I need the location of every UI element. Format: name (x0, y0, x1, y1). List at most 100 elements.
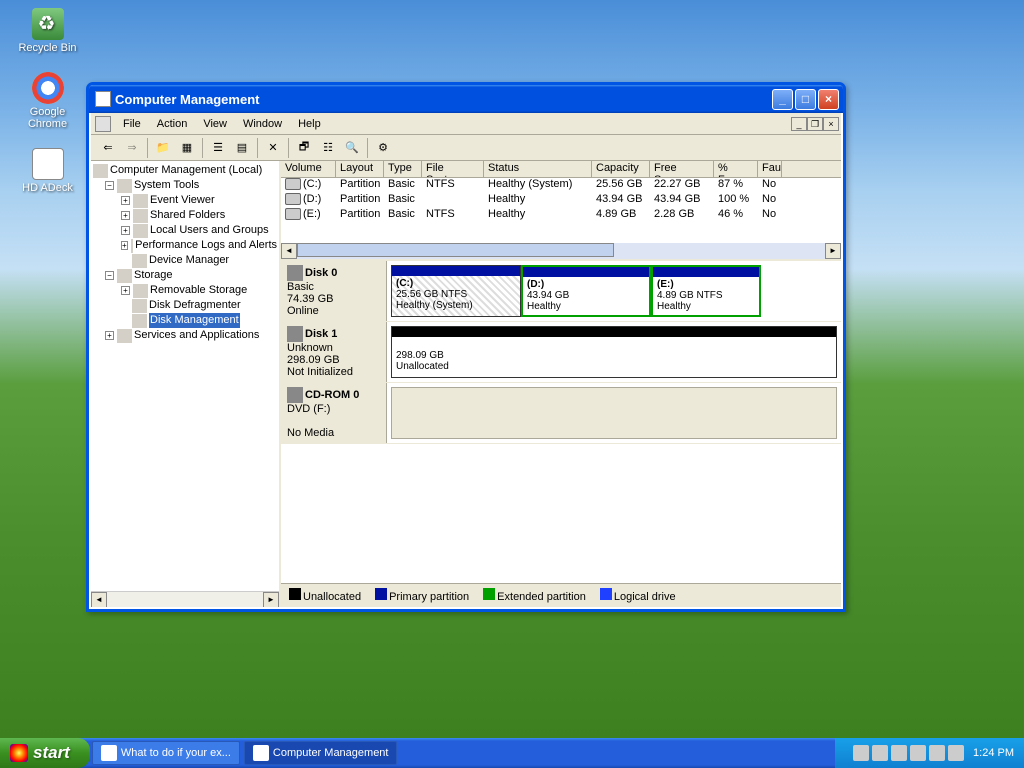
tray-icon[interactable] (891, 745, 907, 761)
delete-button[interactable]: ✕ (262, 137, 284, 159)
disk-name: Disk 1 (305, 328, 337, 340)
scroll-left-button[interactable]: ◄ (91, 592, 107, 607)
disk-row-cdrom[interactable]: CD-ROM 0 DVD (F:) No Media (281, 383, 841, 444)
tree-root[interactable]: Computer Management (Local) (93, 163, 277, 178)
toolbar: ⇐ ⇒ 📁 ▦ ☰ ▤ ✕ 🗗 ☷ 🔍 ⚙ (91, 135, 841, 161)
show-hide-tree-button[interactable]: ▦ (176, 137, 198, 159)
taskbar-item-chrome[interactable]: What to do if your ex... (92, 741, 240, 765)
collapse-icon[interactable]: − (105, 181, 114, 190)
expand-icon[interactable]: + (121, 286, 130, 295)
scroll-left-button[interactable]: ◄ (281, 243, 297, 259)
tree-shared-folders[interactable]: +Shared Folders (93, 208, 277, 223)
tree-h-scrollbar[interactable]: ◄ ► (91, 591, 279, 607)
tray-icon[interactable] (910, 745, 926, 761)
partition-body: 298.09 GB Unallocated (392, 337, 836, 377)
tray-icon[interactable] (929, 745, 945, 761)
cdrom-icon (287, 387, 303, 403)
tray-icon[interactable] (853, 745, 869, 761)
tree-services[interactable]: +Services and Applications (93, 328, 277, 343)
volume-h-scrollbar[interactable]: ◄ ► (281, 243, 841, 259)
start-button[interactable]: start (0, 738, 90, 768)
view-button[interactable]: ▤ (231, 137, 253, 159)
menu-help[interactable]: Help (290, 116, 329, 132)
tree-perf-logs[interactable]: +Performance Logs and Alerts (93, 238, 277, 253)
export-button[interactable]: ☷ (317, 137, 339, 159)
partition[interactable]: (E:)4.89 GB NTFSHealthy (651, 265, 761, 317)
maximize-button[interactable]: □ (795, 89, 816, 110)
partition[interactable]: (D:)43.94 GBHealthy (521, 265, 651, 317)
minimize-button[interactable]: _ (772, 89, 793, 110)
expand-icon[interactable]: + (121, 241, 128, 250)
partition-unallocated[interactable]: 298.09 GB Unallocated (391, 326, 837, 378)
col-type[interactable]: Type (384, 161, 422, 177)
col-fault[interactable]: Fau (758, 161, 782, 177)
collapse-icon[interactable]: − (105, 271, 114, 280)
legend: UnallocatedPrimary partitionExtended par… (281, 583, 841, 607)
col-free-space[interactable]: Free Space (650, 161, 714, 177)
col-volume[interactable]: Volume (281, 161, 336, 177)
scroll-right-button[interactable]: ► (825, 243, 841, 259)
col-capacity[interactable]: Capacity (592, 161, 650, 177)
taskbar-item-computer-management[interactable]: Computer Management (244, 741, 398, 765)
volume-row[interactable]: (C:)PartitionBasicNTFSHealthy (System)25… (281, 178, 841, 193)
tray-icon[interactable] (872, 745, 888, 761)
close-button[interactable]: × (818, 89, 839, 110)
disk-row-1[interactable]: Disk 1 Unknown 298.09 GB Not Initialized… (281, 322, 841, 383)
disk-status: No Media (287, 427, 334, 439)
legend-item: Unallocated (289, 588, 361, 603)
expand-icon[interactable]: + (121, 211, 130, 220)
tree-disk-management[interactable]: Disk Management (93, 313, 277, 328)
mdi-close[interactable]: × (823, 117, 839, 131)
desktop-icon-recycle-bin[interactable]: Recycle Bin (10, 8, 85, 54)
tray-icon[interactable] (948, 745, 964, 761)
expand-icon[interactable]: + (105, 331, 114, 340)
up-button[interactable]: 📁 (152, 137, 174, 159)
col-status[interactable]: Status (484, 161, 592, 177)
tree-local-users[interactable]: +Local Users and Groups (93, 223, 277, 238)
menu-file[interactable]: File (115, 116, 149, 132)
titlebar[interactable]: Computer Management _ □ × (89, 85, 843, 113)
scroll-track[interactable] (297, 243, 825, 259)
forward-button[interactable]: ⇒ (121, 137, 143, 159)
disk-size: 298.09 GB (287, 354, 340, 366)
tree-defragmenter[interactable]: Disk Defragmenter (93, 298, 277, 313)
computer-icon (93, 164, 108, 178)
mdi-restore[interactable]: ❐ (807, 117, 823, 131)
disk-row-0[interactable]: Disk 0 Basic 74.39 GB Online (C:)25.56 G… (281, 261, 841, 322)
scroll-track[interactable] (107, 592, 263, 607)
expand-icon[interactable]: + (121, 196, 130, 205)
menu-action[interactable]: Action (149, 116, 196, 132)
find-button[interactable]: 🔍 (341, 137, 363, 159)
scroll-right-button[interactable]: ► (263, 592, 279, 607)
menu-window[interactable]: Window (235, 116, 290, 132)
desktop-icon-hdadeck[interactable]: HD ADeck (10, 148, 85, 194)
menu-view[interactable]: View (195, 116, 235, 132)
tree-event-viewer[interactable]: +Event Viewer (93, 193, 277, 208)
desktop-icons: Recycle Bin Google Chrome HD ADeck (10, 8, 85, 194)
tree-device-manager[interactable]: Device Manager (93, 253, 277, 268)
volume-row[interactable]: (E:)PartitionBasicNTFSHealthy4.89 GB2.28… (281, 208, 841, 223)
back-button[interactable]: ⇐ (97, 137, 119, 159)
tree-removable-storage[interactable]: +Removable Storage (93, 283, 277, 298)
desktop-icon-label: Recycle Bin (18, 42, 76, 54)
system-tray[interactable]: 1:24 PM (835, 738, 1024, 768)
mdi-icon (95, 116, 111, 132)
col-percent-free[interactable]: % Free (714, 161, 758, 177)
col-filesystem[interactable]: File System (422, 161, 484, 177)
help-button[interactable]: ⚙ (372, 137, 394, 159)
right-pane: Volume Layout Type File System Status Ca… (281, 161, 841, 607)
partition[interactable]: (C:)25.56 GB NTFSHealthy (System) (391, 265, 521, 317)
desktop-icon-label: Google Chrome (28, 106, 67, 130)
col-layout[interactable]: Layout (336, 161, 384, 177)
tree[interactable]: Computer Management (Local) −System Tool… (91, 161, 279, 591)
desktop-icon-chrome[interactable]: Google Chrome (10, 72, 85, 130)
tree-system-tools[interactable]: −System Tools (93, 178, 277, 193)
expand-icon[interactable]: + (121, 226, 130, 235)
tree-storage[interactable]: −Storage (93, 268, 277, 283)
users-icon (133, 224, 148, 238)
refresh-button[interactable]: 🗗 (293, 137, 315, 159)
mdi-minimize[interactable]: _ (791, 117, 807, 131)
properties-button[interactable]: ☰ (207, 137, 229, 159)
volume-row[interactable]: (D:)PartitionBasicHealthy43.94 GB43.94 G… (281, 193, 841, 208)
clock[interactable]: 1:24 PM (973, 747, 1014, 759)
